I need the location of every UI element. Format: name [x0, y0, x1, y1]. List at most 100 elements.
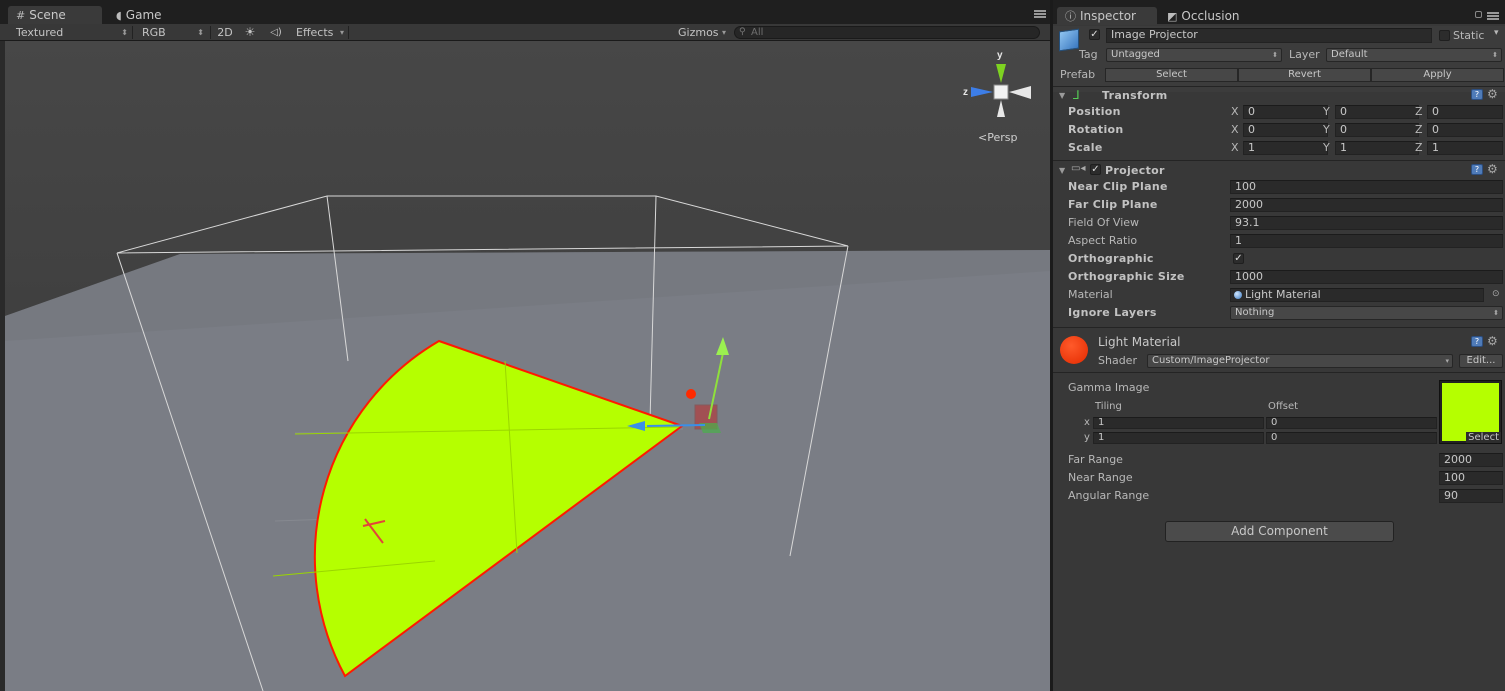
channel-dropdown[interactable]: RGB ⬍ [136, 25, 206, 40]
shader-dropdown[interactable]: Custom/ImageProjector ▾ [1147, 354, 1453, 368]
texture-select-button[interactable]: Select [1466, 432, 1501, 443]
material-label: Material [1068, 288, 1113, 301]
tab-occlusion[interactable]: ◩ Occlusion [1159, 7, 1269, 25]
gear-icon[interactable]: ⚙ [1487, 334, 1498, 348]
gizmos-dropdown[interactable]: Gizmos ▾ [672, 25, 728, 40]
tab-scene[interactable]: # Scene [8, 6, 102, 24]
effects-dropdown[interactable]: Effects ▾ [290, 25, 346, 40]
render-mode-dropdown[interactable]: Textured ⬍ [10, 25, 130, 40]
tab-inspector[interactable]: ⓘ Inspector [1057, 7, 1157, 25]
ortho-size-row: Orthographic Size 1000 [1053, 269, 1505, 287]
prefab-apply-button[interactable]: Apply [1371, 68, 1504, 82]
help-book-icon[interactable]: ? [1471, 336, 1483, 347]
object-name-field[interactable]: Image Projector [1106, 28, 1432, 43]
tag-dropdown[interactable]: Untagged ⬍ [1106, 48, 1282, 62]
layer-dropdown[interactable]: Default ⬍ [1326, 48, 1502, 62]
tab-game[interactable]: ◖ Game [108, 6, 178, 24]
chevron-down-icon: ▾ [1445, 357, 1449, 365]
fov-label: Field Of View [1068, 216, 1140, 229]
toolbar-divider [132, 26, 133, 39]
fov-row: Field Of View 93.1 [1053, 215, 1505, 233]
offset-y-field[interactable]: 0 [1266, 432, 1437, 444]
panel-menu-icon[interactable] [1487, 12, 1499, 20]
help-book-icon[interactable]: ? [1471, 89, 1483, 100]
tiling-y-field[interactable]: 1 [1093, 432, 1264, 444]
far-range-field[interactable]: 2000 [1439, 453, 1503, 467]
far-clip-field[interactable]: 2000 [1230, 198, 1503, 212]
position-y-field[interactable]: 0 [1335, 105, 1419, 119]
axis-z-label: Z [1415, 141, 1423, 154]
tiling-x-field[interactable]: 1 [1093, 417, 1264, 429]
near-clip-field[interactable]: 100 [1230, 180, 1503, 194]
sun-lighting-icon[interactable]: ☀ [240, 25, 260, 40]
offset-x-field[interactable]: 0 [1266, 417, 1437, 429]
lock-icon[interactable] [1475, 11, 1482, 18]
static-dropdown-arrow[interactable]: ▾ [1494, 28, 1499, 38]
chevron-updown-icon: ⬍ [1493, 309, 1499, 317]
search-icon: ⚲ [739, 27, 746, 37]
axis-z-label: Z [1415, 105, 1423, 118]
prefab-select-button[interactable]: Select [1105, 68, 1238, 82]
2d-toggle-button[interactable]: 2D [214, 25, 236, 40]
near-clip-row: Near Clip Plane 100 [1053, 179, 1505, 197]
chevron-down-icon: ▾ [339, 28, 344, 37]
pacman-icon: ◖ [116, 9, 122, 22]
fov-field[interactable]: 93.1 [1230, 216, 1503, 230]
rotation-y-field[interactable]: 0 [1335, 123, 1419, 137]
orthographic-checkbox[interactable]: ✓ [1233, 253, 1244, 264]
material-object-field[interactable]: Light Material [1230, 288, 1484, 302]
fold-arrow-icon[interactable]: ▼ [1059, 91, 1065, 100]
scene-viewport[interactable]: y z [5, 41, 1050, 691]
info-icon: ⓘ [1065, 10, 1076, 23]
shader-edit-button[interactable]: Edit... [1459, 354, 1503, 368]
position-label: Position [1068, 105, 1121, 118]
panel-menu-icon[interactable] [1034, 10, 1046, 18]
material-header: Light Material ? ⚙ Shader Custom/ImagePr… [1053, 330, 1505, 372]
channel-label: RGB [142, 26, 166, 39]
aspect-row: Aspect Ratio 1 [1053, 233, 1505, 251]
near-range-field[interactable]: 100 [1439, 471, 1503, 485]
scene-search-input[interactable]: ⚲ All [734, 26, 1040, 39]
aspect-field[interactable]: 1 [1230, 234, 1503, 248]
static-checkbox[interactable] [1439, 30, 1450, 41]
prefab-revert-button[interactable]: Revert [1238, 68, 1371, 82]
tag-value: Untagged [1111, 49, 1160, 60]
perspective-toggle[interactable]: <Persp [978, 131, 1017, 144]
fold-arrow-icon[interactable]: ▼ [1059, 166, 1065, 175]
projector-header[interactable]: ▼ ▭◂ ✓ Projector ? ⚙ [1053, 162, 1505, 180]
static-label: Static [1453, 29, 1485, 42]
ignore-layers-dropdown[interactable]: Nothing ⬍ [1230, 306, 1503, 320]
near-clip-label: Near Clip Plane [1068, 180, 1168, 193]
position-z-field[interactable]: 0 [1427, 105, 1503, 119]
add-component-button[interactable]: Add Component [1165, 521, 1394, 542]
object-picker-icon[interactable]: ⊙ [1492, 289, 1500, 299]
projector-enabled-checkbox[interactable]: ✓ [1090, 164, 1101, 175]
inspector-panel: ⓘ Inspector ◩ Occlusion ✓ Image Projector … [1050, 0, 1505, 691]
rotation-x-field[interactable]: 0 [1243, 123, 1328, 137]
shader-label: Shader [1098, 354, 1137, 367]
chevron-updown-icon: ⬍ [1492, 51, 1498, 59]
tab-scene-label: Scene [29, 8, 66, 22]
angular-range-field[interactable]: 90 [1439, 489, 1503, 503]
tiling-label: Tiling [1095, 401, 1122, 412]
scene-tab-bar: # Scene ◖ Game [0, 0, 1050, 24]
gear-icon[interactable]: ⚙ [1487, 87, 1498, 101]
scale-y-field[interactable]: 1 [1335, 141, 1419, 155]
material-value: Light Material [1245, 288, 1321, 301]
tab-game-label: Game [125, 8, 162, 22]
rotation-z-field[interactable]: 0 [1427, 123, 1503, 137]
scale-x-field[interactable]: 1 [1243, 141, 1328, 155]
shader-value: Custom/ImageProjector [1152, 355, 1270, 366]
gear-icon[interactable]: ⚙ [1487, 162, 1498, 176]
ortho-size-field[interactable]: 1000 [1230, 270, 1503, 284]
texture-slot[interactable]: Select [1439, 380, 1502, 444]
audio-speaker-icon[interactable]: ◁) [266, 25, 286, 40]
transform-rotation-row: Rotation X 0 Y 0 Z 0 [1053, 122, 1505, 140]
help-book-icon[interactable]: ? [1471, 164, 1483, 175]
scale-z-field[interactable]: 1 [1427, 141, 1503, 155]
component-divider [1053, 160, 1505, 161]
position-x-field[interactable]: 0 [1243, 105, 1328, 119]
ignore-layers-row: Ignore Layers Nothing ⬍ [1053, 305, 1505, 323]
transform-header[interactable]: ▼ ⅃ Transform ? ⚙ [1053, 87, 1505, 105]
object-active-checkbox[interactable]: ✓ [1089, 29, 1100, 40]
